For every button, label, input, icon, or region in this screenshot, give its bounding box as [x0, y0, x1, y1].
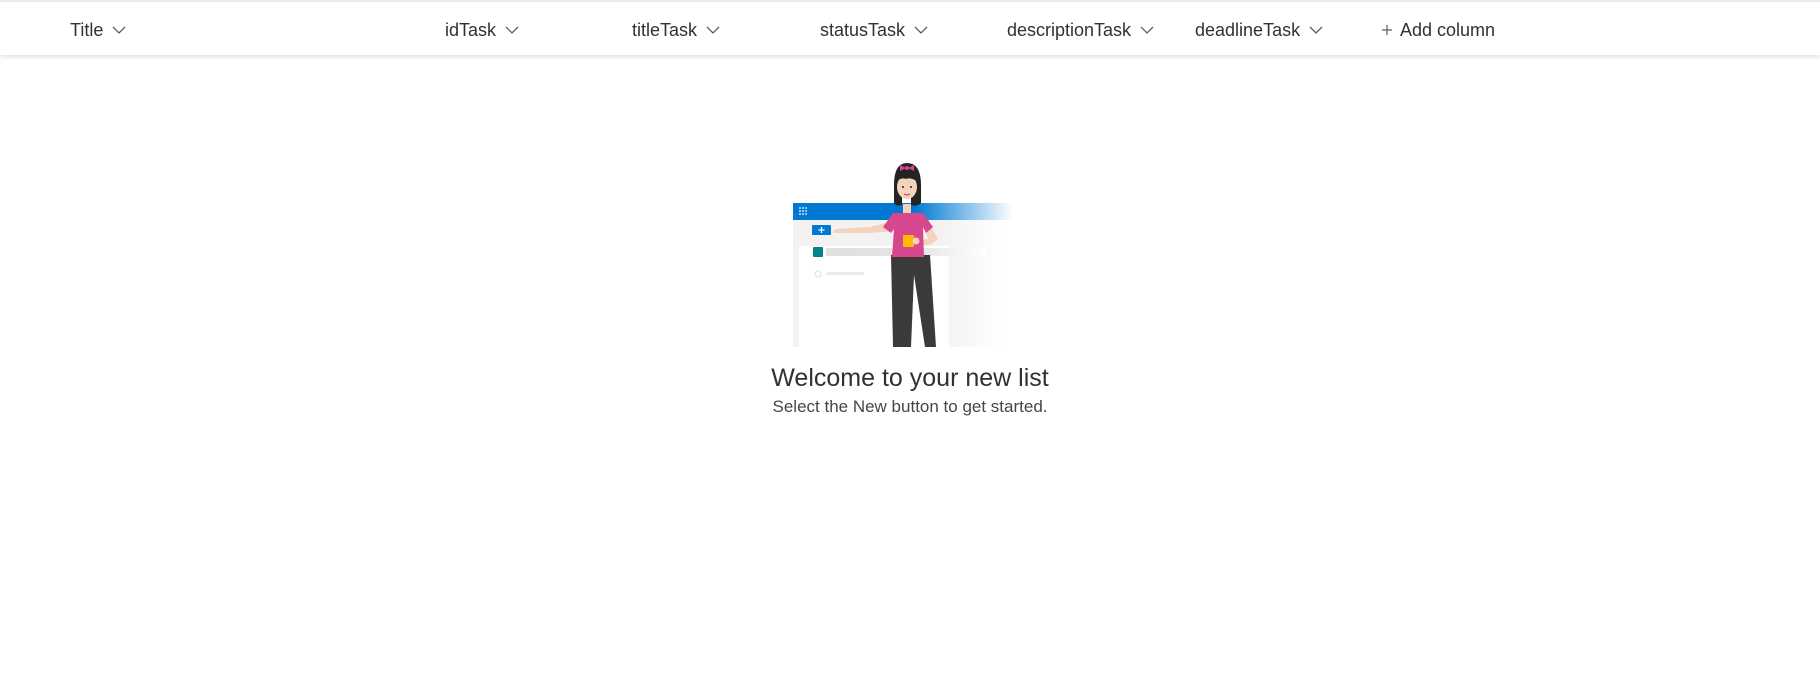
- column-header-label: descriptionTask: [1007, 19, 1132, 40]
- column-header-descriptiontask[interactable]: descriptionTask: [1007, 18, 1155, 42]
- column-header-label: titleTask: [632, 19, 698, 40]
- column-header-label: idTask: [445, 19, 497, 40]
- chevron-down-icon: [1308, 22, 1324, 38]
- chevron-down-icon: [913, 22, 929, 38]
- column-header-label: Title: [70, 19, 104, 40]
- column-header-title[interactable]: Title: [70, 18, 127, 42]
- add-column-label: Add column: [1400, 19, 1496, 40]
- empty-state-title: Welcome to your new list: [771, 364, 1049, 392]
- chevron-down-icon: [1139, 22, 1155, 38]
- column-header-bar: Title idTask titleTask statusTask descri…: [0, 0, 1820, 55]
- column-header-titletask[interactable]: titleTask: [632, 18, 721, 42]
- empty-state-subtitle: Select the New button to get started.: [772, 397, 1048, 416]
- column-header-idtask[interactable]: idTask: [445, 18, 520, 42]
- column-header-statustask[interactable]: statusTask: [820, 18, 929, 42]
- column-header-label: statusTask: [820, 19, 906, 40]
- chevron-down-icon: [504, 22, 520, 38]
- column-header-deadlinetask[interactable]: deadlineTask: [1195, 18, 1324, 42]
- chevron-down-icon: [111, 22, 127, 38]
- chevron-down-icon: [705, 22, 721, 38]
- empty-list-illustration: [793, 163, 1013, 347]
- plus-icon: [1380, 23, 1394, 37]
- add-column-button[interactable]: Add column: [1380, 18, 1495, 42]
- column-header-label: deadlineTask: [1195, 19, 1301, 40]
